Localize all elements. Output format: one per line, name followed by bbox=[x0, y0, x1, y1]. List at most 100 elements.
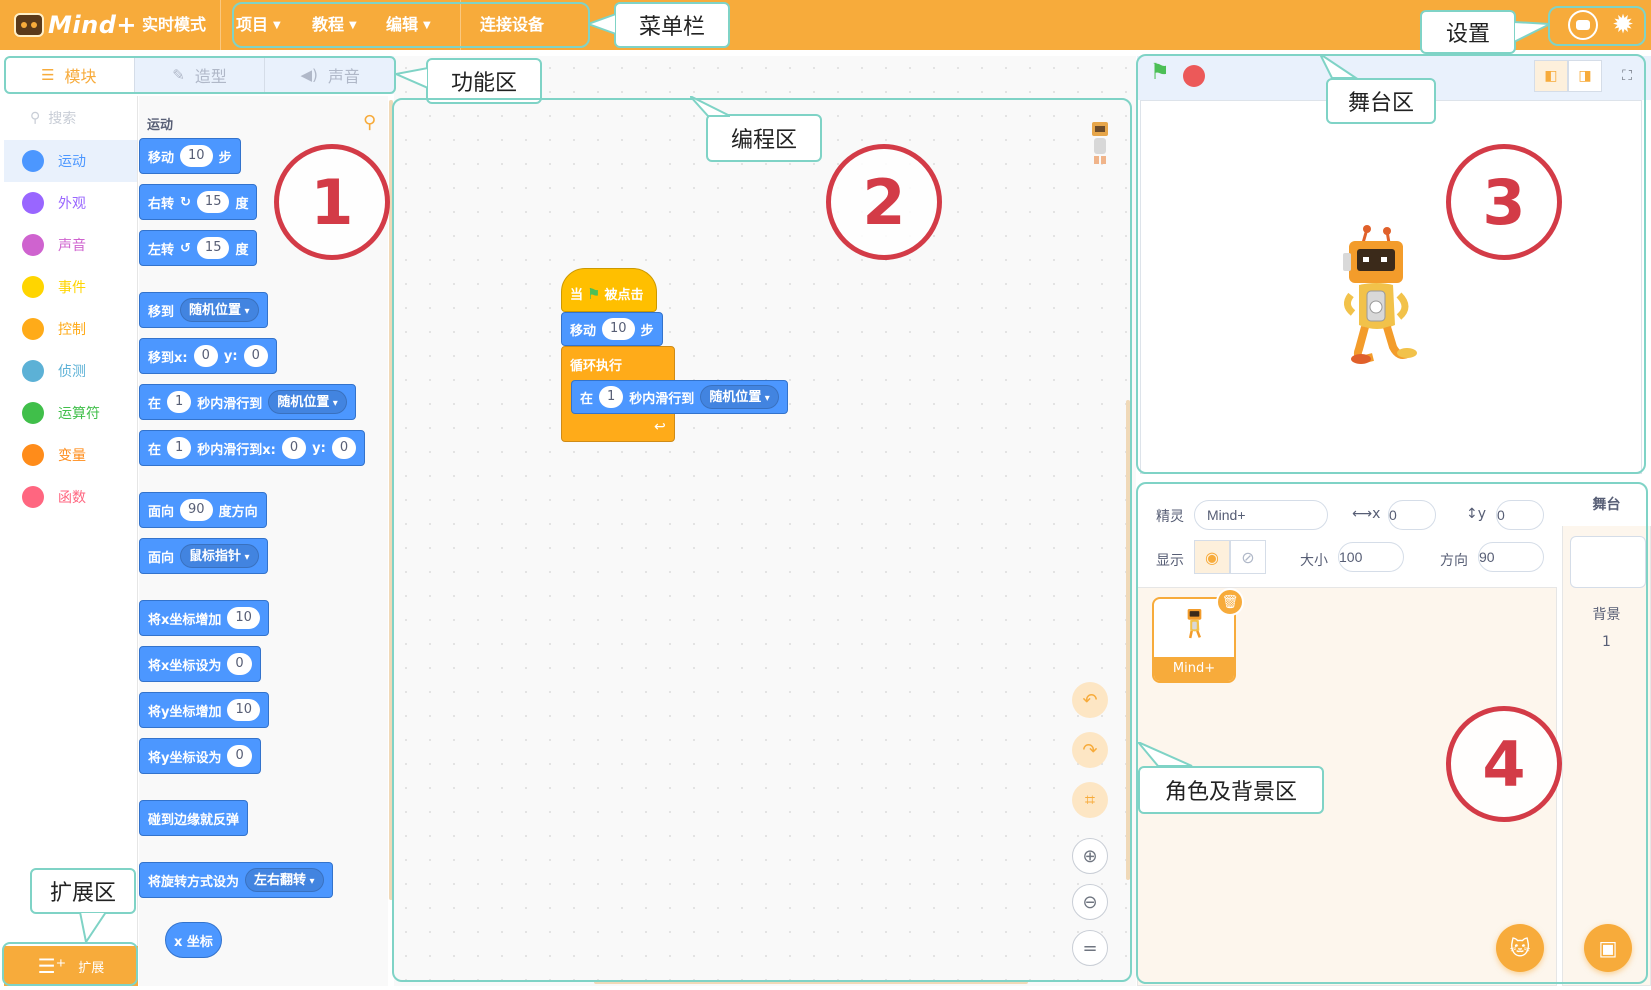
category-label: 变量 bbox=[58, 448, 86, 464]
block-text: 度 bbox=[235, 242, 249, 258]
callout-pointer bbox=[78, 912, 108, 944]
block-turn-right[interactable]: 右转 ↻ 15 度 bbox=[139, 184, 258, 220]
block-text: 移到x: bbox=[148, 350, 188, 366]
block-text: 移到 bbox=[148, 304, 175, 320]
stage-area-callout: 舞台区 bbox=[1326, 78, 1436, 124]
block-input[interactable]: 0 bbox=[227, 745, 252, 767]
menubar-callout: 菜单栏 bbox=[614, 2, 730, 48]
logo-icon bbox=[14, 13, 44, 37]
block-text: x 坐标 bbox=[174, 934, 213, 950]
function-area-outline bbox=[4, 56, 396, 94]
block-dropdown[interactable]: 随机位置 bbox=[268, 390, 347, 414]
block-text: 将旋转方式设为 bbox=[148, 874, 240, 890]
category-item[interactable]: 声音 bbox=[4, 224, 137, 266]
block-input[interactable]: 1 bbox=[167, 391, 192, 413]
block-text: 在 bbox=[148, 442, 162, 458]
block-input[interactable]: 90 bbox=[180, 499, 213, 521]
palette-section-title: 运动 bbox=[147, 118, 174, 133]
search-icon: ⚲ bbox=[30, 110, 41, 126]
sprite-area-callout: 角色及背景区 bbox=[1138, 766, 1324, 814]
block-text: 度 bbox=[235, 196, 249, 212]
block-input[interactable]: 10 bbox=[180, 145, 213, 167]
block-x-reporter[interactable]: x 坐标 bbox=[165, 922, 222, 958]
block-input[interactable]: 0 bbox=[281, 437, 307, 459]
category-search[interactable]: ⚲ 搜索 bbox=[4, 96, 137, 140]
block-goto[interactable]: 移到 随机位置 bbox=[139, 292, 268, 328]
block-text: 度方向 bbox=[218, 504, 258, 520]
block-input[interactable]: 15 bbox=[196, 237, 230, 259]
category-label: 外观 bbox=[58, 196, 86, 212]
number-3-badge: 3 bbox=[1446, 144, 1562, 260]
category-label: 事件 bbox=[58, 280, 86, 296]
category-item[interactable]: 变量 bbox=[4, 434, 137, 476]
block-input[interactable]: 10 bbox=[227, 607, 260, 629]
block-move-steps[interactable]: 移动 10 步 bbox=[139, 138, 241, 174]
category-dot-icon bbox=[22, 486, 44, 508]
block-rotation-style[interactable]: 将旋转方式设为 左右翻转 bbox=[139, 862, 333, 898]
block-goto-xy[interactable]: 移到x: 0 y: 0 bbox=[139, 338, 277, 374]
block-input[interactable]: 1 bbox=[167, 437, 192, 459]
block-text: 移动 bbox=[148, 150, 175, 166]
block-text: 秒内滑行到 bbox=[197, 396, 263, 412]
block-text: 将y坐标设为 bbox=[148, 750, 222, 766]
block-text: 右转 bbox=[148, 196, 175, 212]
category-label: 侦测 bbox=[58, 364, 86, 380]
block-change-x[interactable]: 将x坐标增加 10 bbox=[139, 600, 269, 636]
category-dot-icon bbox=[22, 150, 44, 172]
block-input[interactable]: 15 bbox=[196, 191, 230, 213]
category-item[interactable]: 运动 bbox=[4, 140, 137, 182]
category-item[interactable]: 外观 bbox=[4, 182, 137, 224]
callout-pointer bbox=[1514, 20, 1550, 44]
block-input[interactable]: 0 bbox=[331, 437, 357, 459]
block-bounce[interactable]: 碰到边缘就反弹 bbox=[139, 800, 249, 836]
category-dot-icon bbox=[22, 444, 44, 466]
category-item[interactable]: 运算符 bbox=[4, 392, 137, 434]
category-item[interactable]: 控制 bbox=[4, 308, 137, 350]
callout-pointer bbox=[396, 66, 428, 90]
sprite-area-outline bbox=[1136, 482, 1648, 984]
rotate-right-icon: ↻ bbox=[180, 194, 191, 210]
block-input[interactable]: 10 bbox=[227, 699, 261, 721]
callout-pointer bbox=[1138, 742, 1193, 767]
code-area-outline bbox=[392, 98, 1132, 982]
block-glide-xy[interactable]: 在 1 秒内滑行到x: 0 y: 0 bbox=[139, 430, 366, 466]
code-area-callout: 编程区 bbox=[706, 114, 822, 162]
category-dot-icon bbox=[22, 360, 44, 382]
category-dot-icon bbox=[22, 276, 44, 298]
block-text: y: bbox=[223, 348, 238, 364]
block-text: y: bbox=[312, 440, 326, 456]
block-input[interactable]: 0 bbox=[227, 653, 252, 675]
block-point-towards[interactable]: 面向 鼠标指针 bbox=[139, 538, 268, 574]
block-dropdown[interactable]: 随机位置 bbox=[180, 298, 259, 322]
pin-icon[interactable]: ⚲ bbox=[363, 112, 376, 133]
block-set-x[interactable]: 将x坐标设为 0 bbox=[139, 646, 261, 682]
category-item[interactable]: 事件 bbox=[4, 266, 137, 308]
block-change-y[interactable]: 将y坐标增加 10 bbox=[139, 692, 270, 728]
block-turn-left[interactable]: 左转 ↺ 15 度 bbox=[139, 230, 258, 266]
block-text: 在 bbox=[148, 396, 162, 412]
category-label: 函数 bbox=[58, 490, 86, 506]
block-point-direction[interactable]: 面向 90 度方向 bbox=[139, 492, 267, 528]
logo-text: Mind+ bbox=[48, 11, 137, 39]
category-list: ⚲ 搜索 运动外观声音事件控制侦测运算符变量函数 bbox=[4, 96, 138, 986]
category-item[interactable]: 侦测 bbox=[4, 350, 137, 392]
rotate-left-icon: ↺ bbox=[180, 240, 191, 256]
block-text: 将x坐标设为 bbox=[148, 658, 222, 674]
category-label: 控制 bbox=[58, 322, 86, 338]
realtime-mode-menu[interactable]: 实时模式 bbox=[142, 0, 206, 50]
settings-outline bbox=[1548, 6, 1646, 46]
block-dropdown[interactable]: 左右翻转 bbox=[245, 868, 324, 892]
category-item[interactable]: 函数 bbox=[4, 476, 137, 518]
block-input[interactable]: 0 bbox=[243, 345, 268, 367]
extension-area-callout: 扩展区 bbox=[30, 868, 136, 914]
block-dropdown[interactable]: 鼠标指针 bbox=[180, 544, 259, 568]
block-text: 将y坐标增加 bbox=[148, 704, 222, 720]
extension-area-outline bbox=[2, 942, 138, 986]
block-text: 将x坐标增加 bbox=[148, 612, 222, 628]
block-text: 步 bbox=[218, 150, 232, 166]
block-input[interactable]: 0 bbox=[193, 345, 218, 367]
block-set-y[interactable]: 将y坐标设为 0 bbox=[139, 738, 261, 774]
block-text: 面向 bbox=[148, 504, 175, 520]
block-glide[interactable]: 在 1 秒内滑行到 随机位置 bbox=[139, 384, 356, 420]
category-label: 声音 bbox=[58, 238, 86, 254]
